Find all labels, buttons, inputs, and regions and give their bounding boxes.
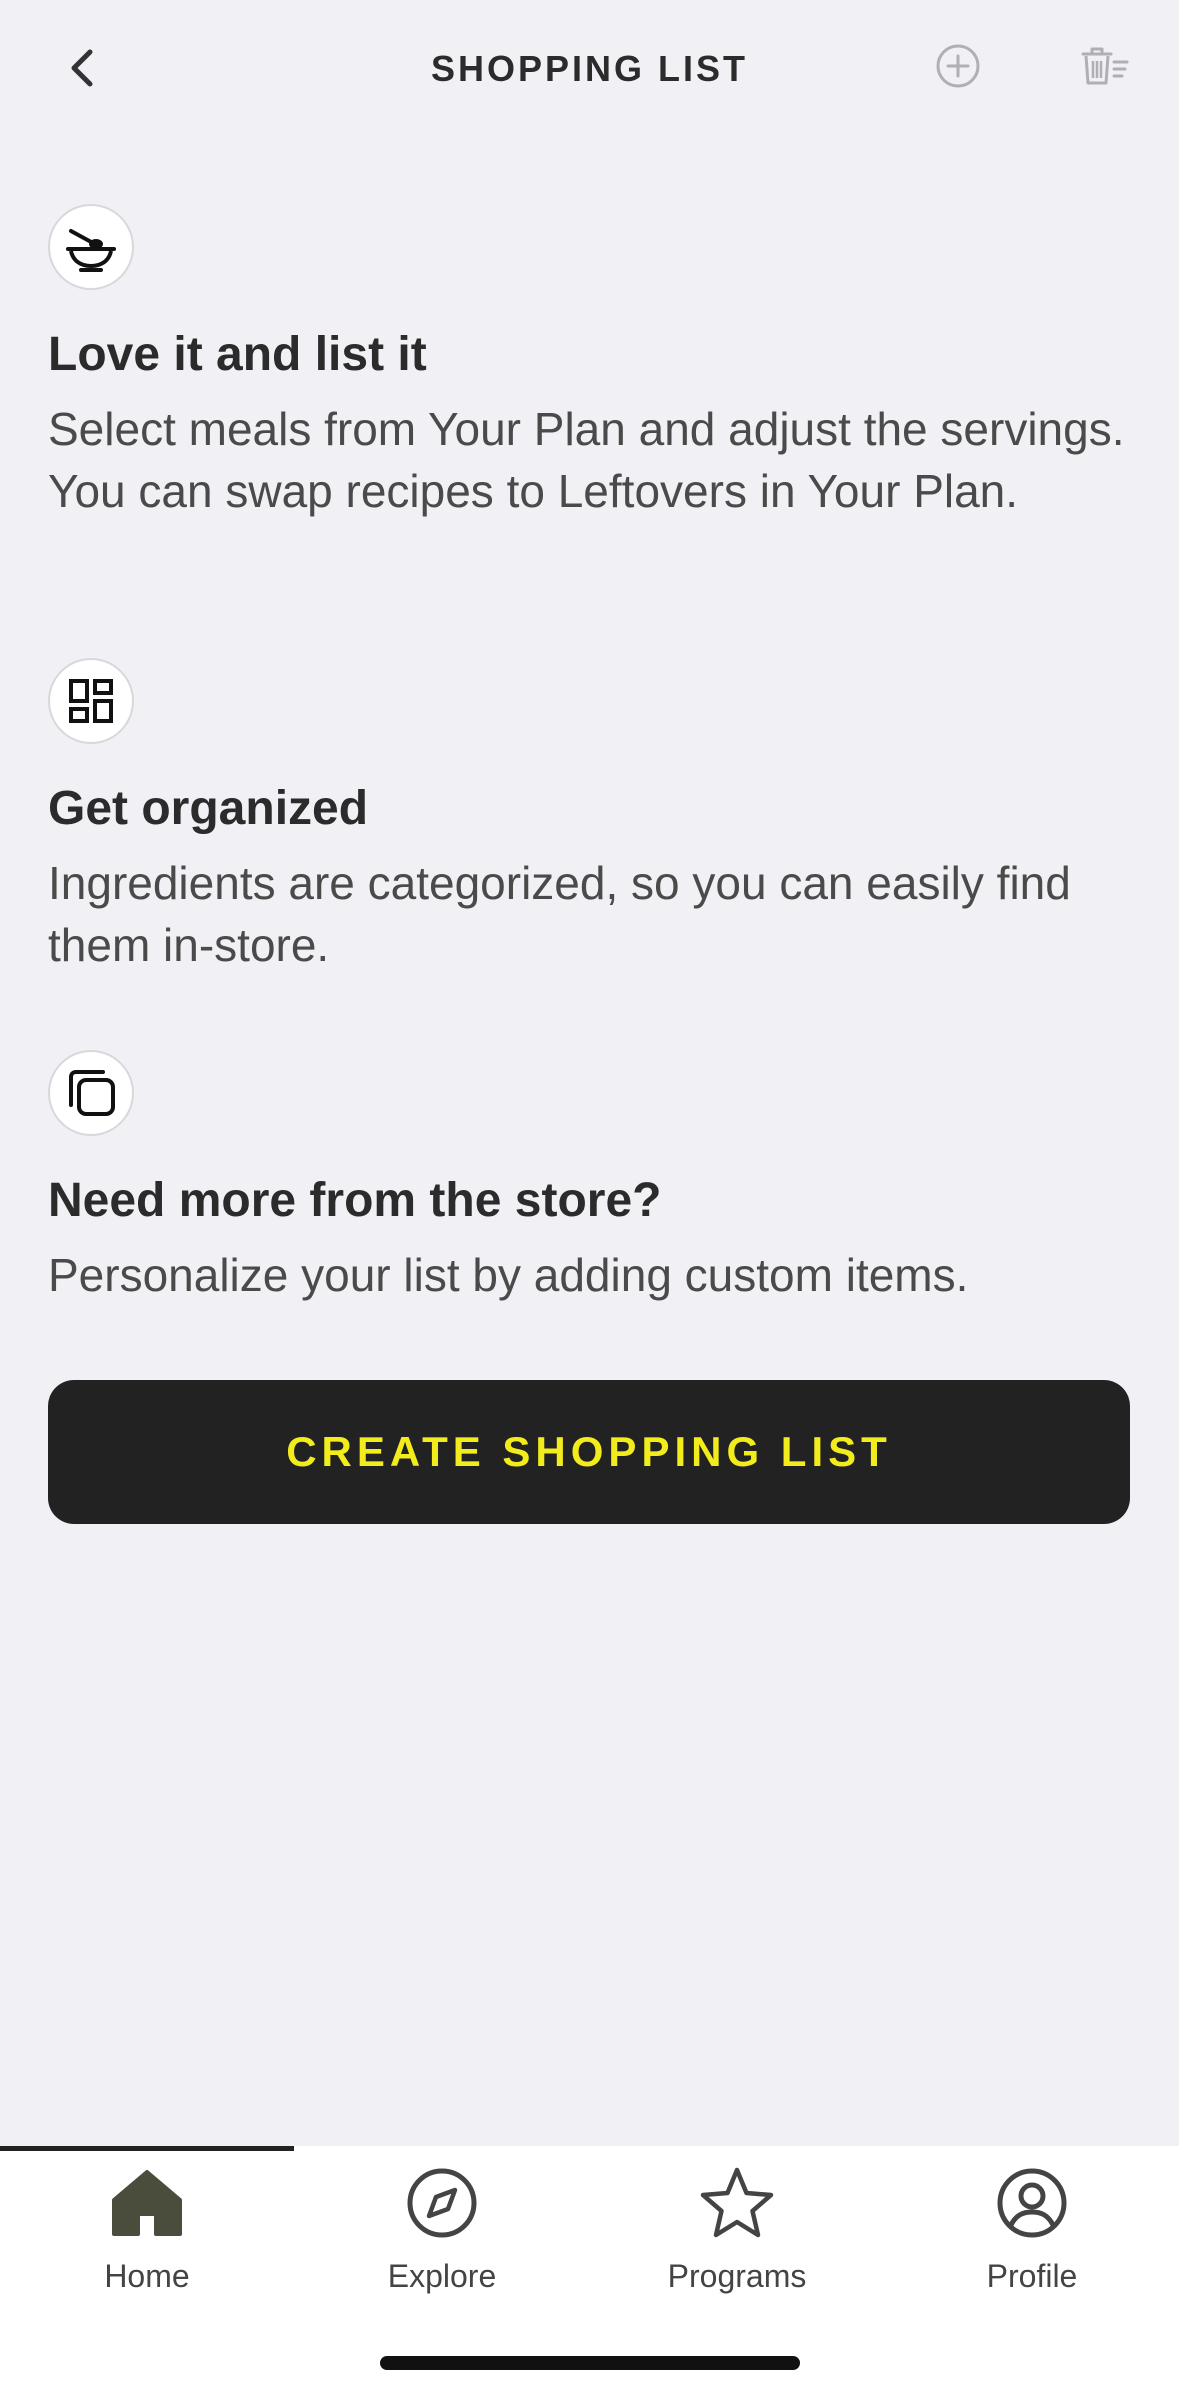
active-tab-indicator [0, 2146, 294, 2151]
feature-title: Get organized [48, 782, 369, 835]
star-icon [700, 2167, 774, 2238]
add-item-button[interactable] [928, 36, 988, 96]
feature-icon-badge [48, 1050, 134, 1136]
tab-explore[interactable]: Explore [295, 2162, 589, 2302]
profile-icon [997, 2168, 1067, 2238]
home-icon [112, 2170, 182, 2236]
tab-programs[interactable]: Programs [590, 2162, 884, 2302]
copy-icon [69, 1070, 115, 1116]
trash-list-icon [1081, 47, 1129, 85]
tab-label: Home [104, 2258, 190, 2294]
feature-description: Select meals from Your Plan and adjust t… [48, 402, 1125, 518]
feature-icon-badge [48, 658, 134, 744]
feature-love-it: Love it and list it Select meals from Yo… [48, 204, 1138, 523]
tab-profile[interactable]: Profile [885, 2162, 1179, 2302]
tab-home[interactable]: Home [0, 2162, 294, 2302]
bowl-icon [66, 229, 116, 272]
tab-label: Explore [387, 2258, 497, 2294]
feature-title: Love it and list it [48, 328, 427, 381]
tab-label: Programs [667, 2258, 807, 2294]
feature-icon-badge [48, 204, 134, 290]
create-shopping-list-button[interactable]: CREATE SHOPPING LIST [48, 1380, 1130, 1524]
dashboard-icon [69, 679, 113, 723]
feature-title: Need more from the store? [48, 1174, 662, 1227]
home-indicator[interactable] [380, 2356, 800, 2370]
page-title: SHOPPING LIST [430, 48, 749, 89]
tab-label: Profile [986, 2258, 1078, 2294]
feature-description: Personalize your list by adding custom i… [48, 1248, 969, 1301]
clear-list-button[interactable] [1072, 36, 1136, 96]
feature-organized: Get organized Ingredients are categorize… [48, 658, 1138, 977]
feature-description: Ingredients are categorized, so you can … [48, 856, 1071, 972]
compass-icon [407, 2168, 477, 2238]
feature-custom-items: Need more from the store? Personalize yo… [48, 1050, 1138, 1306]
header: SHOPPING LIST [0, 0, 1179, 140]
shopping-list-screen: SHOPPING LIST Love it and list it Select… [0, 0, 1179, 2396]
plus-circle-icon [936, 44, 980, 88]
